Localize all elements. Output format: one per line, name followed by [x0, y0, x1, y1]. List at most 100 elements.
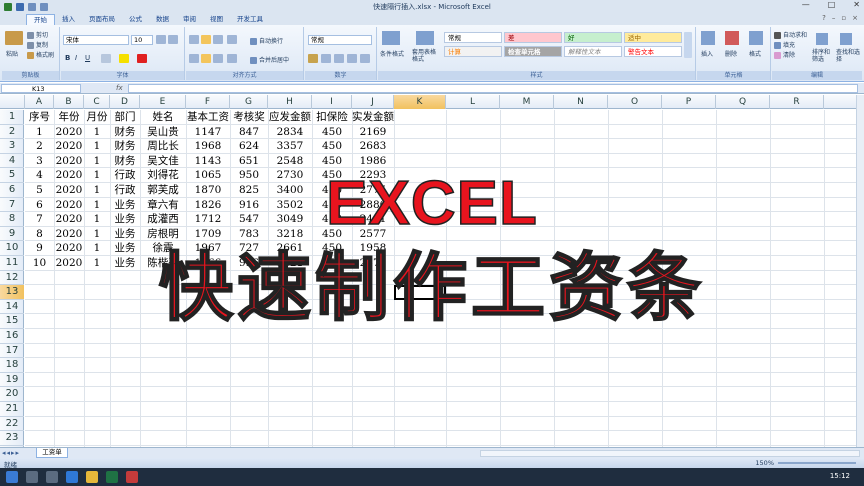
- data-cell[interactable]: 1: [84, 154, 110, 169]
- insert-cells-button[interactable]: 插入: [701, 49, 713, 58]
- row-header-4[interactable]: 4: [0, 154, 24, 169]
- select-all-corner[interactable]: [0, 95, 25, 109]
- data-cell[interactable]: 624: [230, 139, 268, 154]
- fill-color-icon[interactable]: [119, 54, 129, 63]
- cut-button[interactable]: 剪切: [27, 30, 48, 39]
- wrap-text-button[interactable]: 自动换行: [250, 36, 283, 45]
- styles-more-icon[interactable]: [684, 32, 692, 58]
- align-middle-icon[interactable]: [201, 35, 211, 44]
- close-button[interactable]: ✕: [853, 0, 860, 9]
- align-center-icon[interactable]: [201, 54, 211, 63]
- comma-icon[interactable]: [334, 54, 344, 63]
- column-header-g[interactable]: G: [230, 95, 268, 109]
- header-cell[interactable]: 基本工资: [186, 110, 230, 125]
- conditional-format-icon[interactable]: [382, 31, 400, 45]
- column-header-p[interactable]: P: [662, 95, 716, 109]
- row-header-20[interactable]: 20: [0, 387, 24, 402]
- app-icon[interactable]: [126, 471, 138, 483]
- row-header-18[interactable]: 18: [0, 358, 24, 373]
- tab-page-layout[interactable]: 页面布局: [82, 14, 122, 25]
- vertical-scrollbar[interactable]: [856, 95, 864, 447]
- formula-input[interactable]: [128, 84, 858, 93]
- data-cell[interactable]: 吴文佳: [140, 154, 186, 169]
- zoom-level[interactable]: 150%: [755, 459, 774, 467]
- bold-button[interactable]: B: [65, 54, 70, 62]
- style-warning[interactable]: 警告文本: [624, 46, 682, 57]
- row-header-3[interactable]: 3: [0, 139, 24, 154]
- header-cell[interactable]: 考核奖: [230, 110, 268, 125]
- format-as-table-icon[interactable]: [416, 31, 434, 45]
- underline-button[interactable]: U: [85, 54, 90, 62]
- style-check-cell[interactable]: 检查单元格: [504, 46, 562, 57]
- clear-button[interactable]: 清除: [774, 50, 795, 59]
- tab-review[interactable]: 审阅: [176, 14, 203, 25]
- delete-cells-icon[interactable]: [725, 31, 739, 45]
- sort-filter-icon[interactable]: [816, 33, 828, 45]
- data-cell[interactable]: 财务: [110, 154, 140, 169]
- style-good[interactable]: 好: [564, 32, 622, 43]
- column-header-e[interactable]: E: [140, 95, 186, 109]
- ribbon-minimize-icon[interactable]: –: [832, 14, 836, 22]
- tab-home[interactable]: 开始: [26, 14, 55, 25]
- help-icon[interactable]: ?: [822, 14, 826, 22]
- percent-icon[interactable]: [321, 54, 331, 63]
- paste-button[interactable]: 粘贴: [6, 49, 18, 58]
- maximize-button[interactable]: □: [828, 0, 836, 9]
- file-explorer-icon[interactable]: [86, 471, 98, 483]
- format-cells-icon[interactable]: [749, 31, 763, 45]
- increase-decimal-icon[interactable]: [347, 54, 357, 63]
- column-header-q[interactable]: Q: [716, 95, 770, 109]
- edge-icon[interactable]: [66, 471, 78, 483]
- data-cell[interactable]: 2683: [352, 139, 394, 154]
- row-header-1[interactable]: 1: [0, 110, 24, 125]
- task-view-icon[interactable]: [46, 471, 58, 483]
- name-box[interactable]: K13: [1, 84, 81, 93]
- row-header-23[interactable]: 23: [0, 431, 24, 446]
- align-right-icon[interactable]: [213, 54, 223, 63]
- data-cell[interactable]: 2169: [352, 125, 394, 140]
- column-header-h[interactable]: H: [268, 95, 312, 109]
- column-header-o[interactable]: O: [608, 95, 662, 109]
- paste-icon[interactable]: [5, 31, 23, 45]
- font-size-select[interactable]: 10: [131, 35, 153, 45]
- data-cell[interactable]: 1147: [186, 125, 230, 140]
- header-cell[interactable]: 月份: [84, 110, 110, 125]
- tab-developer[interactable]: 开发工具: [230, 14, 270, 25]
- conditional-format-button[interactable]: 条件格式: [380, 49, 404, 58]
- data-cell[interactable]: 651: [230, 154, 268, 169]
- header-cell[interactable]: 实发金额: [352, 110, 394, 125]
- italic-button[interactable]: I: [75, 54, 77, 62]
- zoom-slider[interactable]: [778, 462, 856, 464]
- column-header-n[interactable]: N: [554, 95, 608, 109]
- row-header-17[interactable]: 17: [0, 344, 24, 359]
- sheet-tab[interactable]: 工资单: [36, 448, 68, 458]
- tab-data[interactable]: 数据: [149, 14, 176, 25]
- horizontal-scrollbar[interactable]: [480, 450, 860, 457]
- data-cell[interactable]: 1968: [186, 139, 230, 154]
- data-cell[interactable]: 450: [312, 154, 352, 169]
- ribbon-close-icon[interactable]: ×: [852, 14, 858, 22]
- minimize-button[interactable]: —: [802, 0, 810, 9]
- data-cell[interactable]: 847: [230, 125, 268, 140]
- copy-button[interactable]: 复制: [27, 40, 48, 49]
- format-cells-button[interactable]: 格式: [749, 49, 761, 58]
- data-cell[interactable]: 1: [84, 125, 110, 140]
- insert-function-icon[interactable]: fx: [116, 84, 123, 92]
- data-cell[interactable]: 2: [25, 139, 54, 154]
- ribbon-restore-icon[interactable]: ▫: [841, 14, 846, 22]
- align-bottom-icon[interactable]: [213, 35, 223, 44]
- format-as-table-button[interactable]: 套用表格格式: [412, 49, 440, 63]
- find-select-icon[interactable]: [840, 33, 852, 45]
- header-cell[interactable]: 应发金额: [268, 110, 312, 125]
- row-header-19[interactable]: 19: [0, 373, 24, 388]
- search-icon[interactable]: [26, 471, 38, 483]
- data-cell[interactable]: 1: [25, 125, 54, 140]
- sort-filter-button[interactable]: 排序和筛选: [812, 49, 834, 63]
- merge-center-button[interactable]: 合并后居中: [250, 55, 289, 64]
- data-cell[interactable]: 450: [312, 139, 352, 154]
- row-header-16[interactable]: 16: [0, 329, 24, 344]
- indent-icon[interactable]: [227, 54, 237, 63]
- column-header-r[interactable]: R: [770, 95, 824, 109]
- row-header-21[interactable]: 21: [0, 402, 24, 417]
- data-cell[interactable]: 周比长: [140, 139, 186, 154]
